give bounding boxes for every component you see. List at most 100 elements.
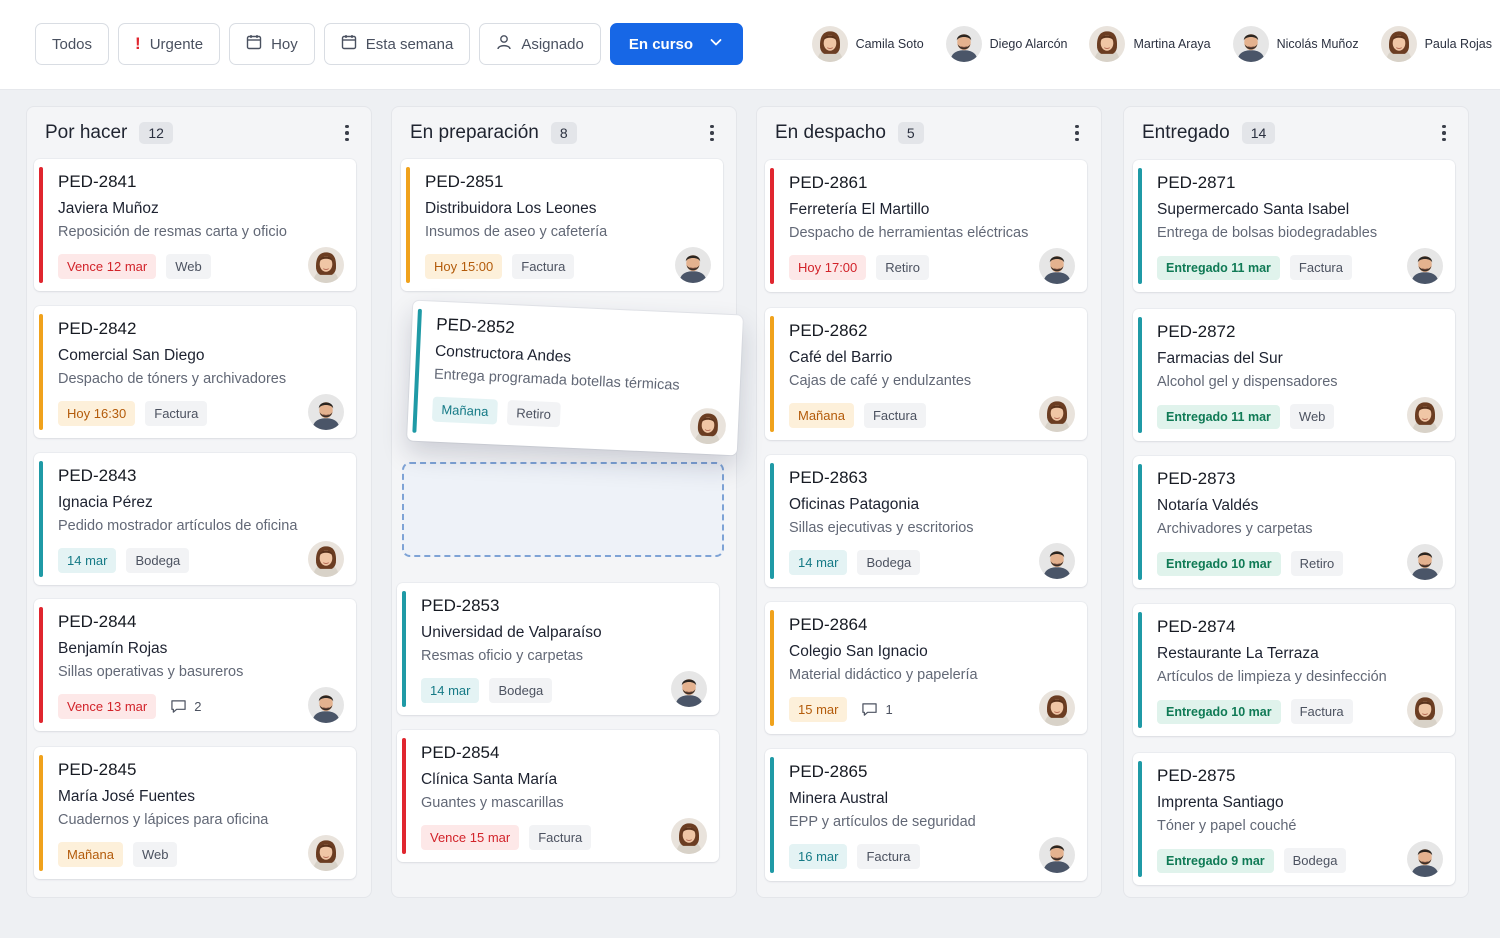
filter-todos-button[interactable]: Todos xyxy=(35,23,110,65)
order-description: Entrega programada botellas térmicas xyxy=(433,366,680,394)
order-card[interactable]: PED-2875 Imprenta Santiago Tóner y papel… xyxy=(1133,753,1455,885)
customer-name: Notaría Valdés xyxy=(1157,497,1259,514)
assignee-name: Camila Soto xyxy=(855,37,924,51)
channel-badge: Factura xyxy=(857,844,920,869)
customer-name: Universidad de Valparaíso xyxy=(421,624,602,641)
channel-badge: Retiro xyxy=(876,255,929,280)
order-card[interactable]: PED-2853 Universidad de Valparaíso Resma… xyxy=(397,583,719,715)
filter-hoy-button[interactable]: Hoy xyxy=(229,23,315,65)
due-badge: Hoy 16:30 xyxy=(58,401,136,426)
filter-urgente-button[interactable]: ! Urgente xyxy=(118,23,221,65)
column-header: Por hacer 12 xyxy=(45,121,357,145)
due-badge: Vence 13 mar xyxy=(58,694,157,719)
order-description: Insumos de aseo y cafetería xyxy=(425,224,608,240)
more-options-icon[interactable] xyxy=(1067,121,1087,145)
due-badge: 14 mar xyxy=(789,550,848,575)
filter-esta-semana-button[interactable]: Esta semana xyxy=(323,23,471,65)
order-card[interactable]: PED-2842 Comercial San Diego Despacho de… xyxy=(34,306,356,438)
column-count-badge: 5 xyxy=(897,122,924,144)
assignee-camila-soto[interactable]: Camila Soto xyxy=(812,26,924,62)
order-id: PED-2872 xyxy=(1157,322,1236,341)
order-card[interactable]: PED-2841 Javiera Muñoz Reposición de res… xyxy=(34,159,356,291)
due-badge: Hoy 17:00 xyxy=(789,255,867,280)
assignee-avatar xyxy=(1039,248,1075,284)
channel-badge: Factura xyxy=(512,254,575,279)
assignee-name: Diego Alarcón xyxy=(989,37,1068,51)
assignee-nicolas-munoz[interactable]: Nicolás Muñoz xyxy=(1233,26,1359,62)
channel-badge: Bodega xyxy=(1283,848,1347,873)
comment-icon xyxy=(862,703,878,716)
assignee-avatar xyxy=(671,818,707,854)
exclamation-icon: ! xyxy=(135,34,141,53)
order-id: PED-2844 xyxy=(58,612,137,631)
order-description: EPP y artículos de seguridad xyxy=(789,814,976,830)
due-badge: 15 mar xyxy=(789,697,848,722)
filter-en-curso-dropdown[interactable]: En curso xyxy=(609,23,744,65)
assignee-avatar xyxy=(308,687,344,723)
filter-label: Todos xyxy=(52,35,93,53)
comment-count[interactable]: 1 xyxy=(857,702,893,717)
order-card[interactable]: PED-2862 Café del Barrio Cajas de café y… xyxy=(765,308,1087,440)
due-badge: Mañana xyxy=(58,842,123,867)
order-id: PED-2845 xyxy=(58,760,137,779)
assignee-diego-alarcon[interactable]: Diego Alarcón xyxy=(946,26,1068,62)
order-card-dragging[interactable]: PED-2852 Constructora Andes Entrega prog… xyxy=(406,300,744,456)
customer-name: Distribuidora Los Leones xyxy=(425,200,597,217)
filter-label: En curso xyxy=(628,35,694,53)
more-options-icon[interactable] xyxy=(1434,121,1454,145)
channel-badge: Web xyxy=(166,254,211,279)
order-id: PED-2854 xyxy=(421,743,500,762)
customer-name: Comercial San Diego xyxy=(58,347,205,364)
order-card[interactable]: PED-2872 Farmacias del Sur Alcohol gel y… xyxy=(1133,309,1455,441)
assignee-martina-araya[interactable]: Martina Araya xyxy=(1089,26,1211,62)
order-card[interactable]: PED-2873 Notaría Valdés Archivadores y c… xyxy=(1133,456,1455,588)
assignee-avatar xyxy=(1407,544,1443,580)
order-card[interactable]: PED-2845 María José Fuentes Cuadernos y … xyxy=(34,747,356,879)
column-header: Entregado 14 xyxy=(1142,121,1454,145)
comment-count-value: 2 xyxy=(194,699,202,714)
order-id: PED-2861 xyxy=(789,173,868,192)
order-id: PED-2841 xyxy=(58,172,137,191)
due-badge: Mañana xyxy=(431,396,498,425)
customer-name: Colegio San Ignacio xyxy=(789,643,928,660)
order-card[interactable]: PED-2864 Colegio San Ignacio Material di… xyxy=(765,602,1087,734)
assignee-paula-rojas[interactable]: Paula Rojas xyxy=(1381,26,1492,62)
assignee-avatar xyxy=(689,407,727,445)
more-options-icon[interactable] xyxy=(702,121,722,145)
column-header: En despacho 5 xyxy=(775,121,1087,145)
order-card[interactable]: PED-2843 Ignacia Pérez Pedido mostrador … xyxy=(34,453,356,585)
order-id: PED-2862 xyxy=(789,321,868,340)
order-card[interactable]: PED-2863 Oficinas Patagonia Sillas ejecu… xyxy=(765,455,1087,587)
avatar xyxy=(1233,26,1269,62)
order-card[interactable]: PED-2861 Ferretería El Martillo Despacho… xyxy=(765,160,1087,292)
channel-badge: Factura xyxy=(863,403,927,428)
order-id: PED-2843 xyxy=(58,466,137,485)
column-header: En preparación 8 xyxy=(410,121,722,145)
comment-count-value: 1 xyxy=(885,702,893,717)
order-id: PED-2874 xyxy=(1157,617,1236,636)
filter-bar: Todos ! Urgente Hoy Esta semana Asignado… xyxy=(35,23,744,65)
assignee-avatar xyxy=(308,835,344,871)
order-id: PED-2851 xyxy=(425,172,504,191)
assignee-avatar xyxy=(1407,248,1443,284)
assignee-name: Nicolás Muñoz xyxy=(1276,37,1359,51)
top-bar: Todos ! Urgente Hoy Esta semana Asignado… xyxy=(0,0,1500,90)
order-card[interactable]: PED-2854 Clínica Santa María Guantes y m… xyxy=(397,730,719,862)
order-card[interactable]: PED-2851 Distribuidora Los Leones Insumo… xyxy=(401,159,723,291)
assignee-avatar xyxy=(1039,837,1075,873)
more-options-icon[interactable] xyxy=(337,121,357,145)
filter-asignado-button[interactable]: Asignado xyxy=(479,23,601,65)
customer-name: Ferretería El Martillo xyxy=(789,201,930,218)
order-card[interactable]: PED-2844 Benjamín Rojas Sillas operativa… xyxy=(34,599,356,731)
column-title: Entregado xyxy=(1142,122,1230,143)
drop-placeholder[interactable] xyxy=(402,462,724,557)
user-icon xyxy=(496,34,512,54)
customer-name: Supermercado Santa Isabel xyxy=(1157,201,1350,218)
order-card[interactable]: PED-2874 Restaurante La Terraza Artículo… xyxy=(1133,604,1455,736)
due-badge: Hoy 15:00 xyxy=(425,254,503,279)
customer-name: Oficinas Patagonia xyxy=(789,496,920,513)
order-card[interactable]: PED-2871 Supermercado Santa Isabel Entre… xyxy=(1133,160,1455,292)
comment-count[interactable]: 2 xyxy=(166,699,201,714)
order-card[interactable]: PED-2865 Minera Austral EPP y artículos … xyxy=(765,749,1087,881)
order-description: Tóner y papel couché xyxy=(1157,818,1297,834)
